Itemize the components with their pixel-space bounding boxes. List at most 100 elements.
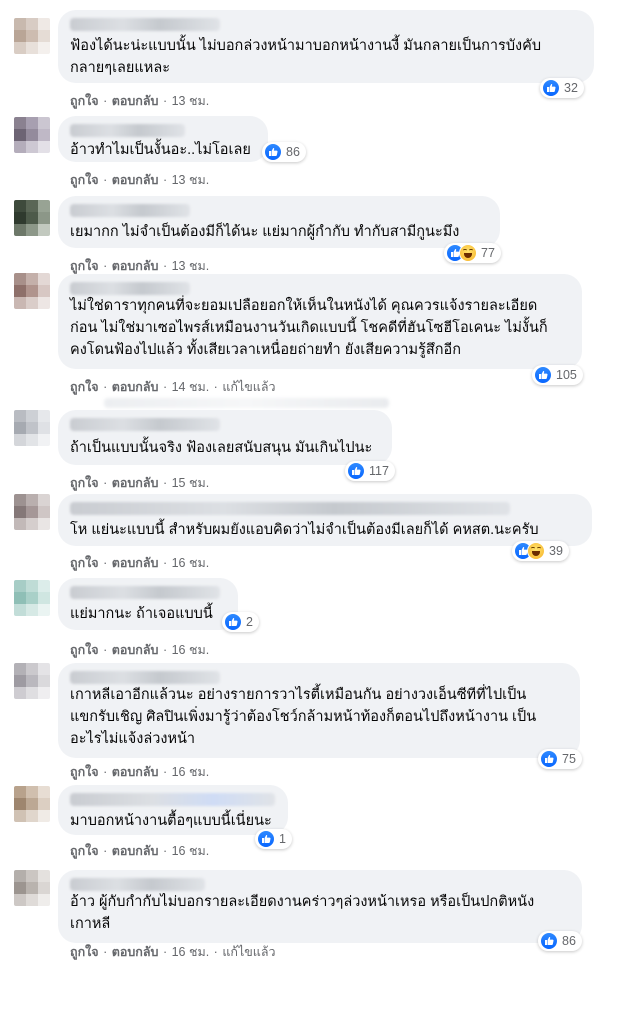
commenter-name[interactable] xyxy=(70,282,190,295)
like-reaction-icon xyxy=(534,366,552,384)
comment-timestamp[interactable]: 13 ชม. xyxy=(172,94,210,108)
like-button[interactable]: ถูกใจ xyxy=(70,94,99,108)
comment-actions: ถูกใจ · ตอบกลับ · 13 ชม. xyxy=(70,170,209,190)
comment-bubble: อ้าวทำไมเป็นงั้นอะ..ไม่โอเลย xyxy=(58,116,268,162)
reaction-count: 105 xyxy=(556,368,577,382)
reply-button[interactable]: ตอบกลับ xyxy=(112,765,159,779)
commenter-name[interactable] xyxy=(70,586,220,599)
comment-timestamp[interactable]: 16 ชม. xyxy=(172,643,210,657)
reaction-count-badge[interactable]: 39 xyxy=(512,541,569,561)
reply-button[interactable]: ตอบกลับ xyxy=(112,173,159,187)
like-button[interactable]: ถูกใจ xyxy=(70,259,99,273)
avatar[interactable] xyxy=(14,18,50,54)
separator-dot: · xyxy=(103,765,108,779)
comment-timestamp[interactable]: 16 ชม. xyxy=(172,765,210,779)
like-button[interactable]: ถูกใจ xyxy=(70,643,99,657)
comment-text: ถ้าเป็นแบบนั้นจริง ฟ้องเลยสนับสนุน มันเก… xyxy=(70,440,373,456)
commenter-name[interactable] xyxy=(70,878,205,891)
commenter-name[interactable] xyxy=(70,502,510,515)
commenter-name[interactable] xyxy=(70,418,220,431)
comment-bubble: แย่มากนะ ถ้าเจอแบบนี้ xyxy=(58,578,238,630)
like-button[interactable]: ถูกใจ xyxy=(70,945,99,959)
haha-reaction-icon xyxy=(527,542,545,560)
reply-button[interactable]: ตอบกลับ xyxy=(112,945,159,959)
like-button[interactable]: ถูกใจ xyxy=(70,765,99,779)
commenter-name[interactable] xyxy=(70,204,190,217)
comment-bubble: โห แย่นะแบบนี้ สำหรับผมยังแอบคิดว่าไม่จำ… xyxy=(58,494,592,546)
comment-text: ไม่ใช่ดาราทุกคนที่จะยอมเปลือยอกให้เห็นใน… xyxy=(70,298,548,358)
comment-text: มาบอกหน้างานตื้อๆแบบนี้เนี่ยนะ xyxy=(70,813,272,829)
avatar[interactable] xyxy=(14,117,50,153)
separator-dot: · xyxy=(103,94,108,108)
reply-button[interactable]: ตอบกลับ xyxy=(112,643,159,657)
reaction-count-badge[interactable]: 1 xyxy=(255,829,292,849)
separator-dot: · xyxy=(162,556,168,570)
reply-button[interactable]: ตอบกลับ xyxy=(112,556,159,570)
avatar[interactable] xyxy=(14,870,50,906)
reaction-count-badge[interactable]: 2 xyxy=(222,612,259,632)
reaction-count-badge[interactable]: 32 xyxy=(540,78,584,98)
reply-button[interactable]: ตอบกลับ xyxy=(112,259,159,273)
comment-timestamp[interactable]: 16 ชม. xyxy=(172,556,210,570)
commenter-name[interactable] xyxy=(70,124,185,137)
comment-actions: ถูกใจ · ตอบกลับ · 15 ชม. xyxy=(70,473,209,493)
commenter-name[interactable] xyxy=(70,18,220,31)
comment-actions: ถูกใจ · ตอบกลับ · 16 ชม. xyxy=(70,553,209,573)
like-reaction-icon xyxy=(347,462,365,480)
like-button[interactable]: ถูกใจ xyxy=(70,173,99,187)
avatar[interactable] xyxy=(14,200,50,236)
reaction-count: 32 xyxy=(564,81,578,95)
avatar[interactable] xyxy=(14,410,50,446)
like-reaction-icon xyxy=(540,750,558,768)
reaction-count-badge[interactable]: 117 xyxy=(345,461,395,481)
like-button[interactable]: ถูกใจ xyxy=(70,556,99,570)
haha-reaction-icon xyxy=(459,244,477,262)
comment-timestamp[interactable]: 15 ชม. xyxy=(172,476,210,490)
reply-button[interactable]: ตอบกลับ xyxy=(112,844,159,858)
reaction-count-badge[interactable]: 86 xyxy=(538,931,582,951)
like-reaction-icon xyxy=(264,143,282,161)
comment-timestamp[interactable]: 13 ชม. xyxy=(172,259,210,273)
comment-timestamp[interactable]: 14 ชม. xyxy=(172,380,210,394)
comment-actions: ถูกใจ · ตอบกลับ · 13 ชม. xyxy=(70,256,209,276)
commenter-name[interactable] xyxy=(70,793,275,806)
like-button[interactable]: ถูกใจ xyxy=(70,476,99,490)
comment-actions: ถูกใจ · ตอบกลับ · 13 ชม. xyxy=(70,91,209,111)
separator-dot: · xyxy=(162,945,168,959)
like-button[interactable]: ถูกใจ xyxy=(70,380,99,394)
reaction-count: 77 xyxy=(481,246,495,260)
reaction-count-badge[interactable]: 77 xyxy=(444,243,501,263)
comment-actions: ถูกใจ · ตอบกลับ · 16 ชม. xyxy=(70,841,209,861)
avatar[interactable] xyxy=(14,786,50,822)
comment-actions: ถูกใจ · ตอบกลับ · 14 ชม. · แก้ไขแล้ว xyxy=(70,377,276,397)
comment-text: แย่มากนะ ถ้าเจอแบบนี้ xyxy=(70,606,213,622)
reaction-count-badge[interactable]: 105 xyxy=(532,365,583,385)
separator-dot: · xyxy=(103,556,108,570)
reaction-count: 86 xyxy=(562,934,576,948)
comment-timestamp[interactable]: 16 ชม. xyxy=(172,844,210,858)
comment-timestamp[interactable]: 16 ชม. xyxy=(172,945,210,959)
comment-timestamp[interactable]: 13 ชม. xyxy=(172,173,210,187)
separator-dot: · xyxy=(103,643,108,657)
comment-text: เยมากก ไม่จำเป็นต้องมีก็ได้นะ แย่มากผู้ก… xyxy=(70,224,460,240)
separator-dot: · xyxy=(162,765,168,779)
avatar[interactable] xyxy=(14,273,50,309)
reaction-count-badge[interactable]: 75 xyxy=(538,749,582,769)
like-reaction-icon xyxy=(257,830,275,848)
reply-button[interactable]: ตอบกลับ xyxy=(112,476,159,490)
separator-dot: · xyxy=(103,844,108,858)
reply-button[interactable]: ตอบกลับ xyxy=(112,380,159,394)
separator-dot: · xyxy=(162,380,168,394)
reaction-count: 75 xyxy=(562,752,576,766)
avatar[interactable] xyxy=(14,580,50,616)
reaction-count-badge[interactable]: 86 xyxy=(262,142,306,162)
separator-dot: · xyxy=(162,844,168,858)
reaction-count: 1 xyxy=(279,832,286,846)
reply-button[interactable]: ตอบกลับ xyxy=(112,94,159,108)
avatar[interactable] xyxy=(14,663,50,699)
commenter-name[interactable] xyxy=(70,671,220,684)
like-button[interactable]: ถูกใจ xyxy=(70,844,99,858)
avatar[interactable] xyxy=(14,494,50,530)
comment-text: เกาหลีเอาอีกแล้วนะ อย่างรายการวาไรตี้เหม… xyxy=(70,687,537,747)
comment-text: โห แย่นะแบบนี้ สำหรับผมยังแอบคิดว่าไม่จำ… xyxy=(70,522,539,538)
